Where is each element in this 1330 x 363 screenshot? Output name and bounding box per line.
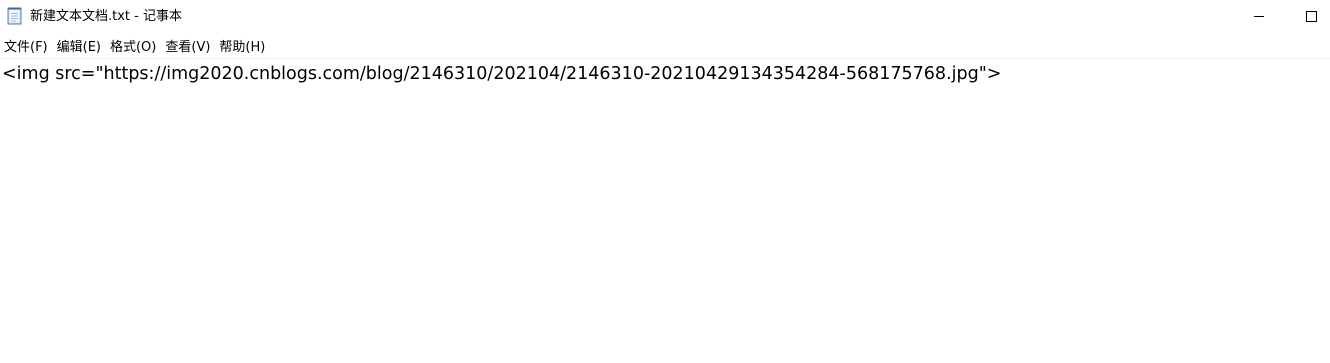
menu-bar: 文件(F) 编辑(E) 格式(O) 查看(V) 帮助(H)	[0, 37, 1330, 59]
menu-view[interactable]: 查看(V)	[162, 38, 213, 57]
text-editor[interactable]: <img src="https://img2020.cnblogs.com/bl…	[0, 59, 1330, 363]
title-bar[interactable]: 新建文本文档.txt - 记事本	[0, 0, 1330, 33]
maximize-button[interactable]	[1292, 0, 1330, 32]
notepad-icon	[7, 7, 23, 25]
minimize-icon	[1254, 15, 1264, 17]
menu-edit[interactable]: 编辑(E)	[54, 38, 104, 57]
maximize-icon	[1305, 10, 1317, 22]
menu-help[interactable]: 帮助(H)	[216, 38, 268, 57]
window-title: 新建文本文档.txt - 记事本	[30, 9, 182, 24]
minimize-button[interactable]	[1236, 0, 1282, 32]
notepad-window: 新建文本文档.txt - 记事本 文件(F) 编辑(E) 格式(O) 查看(V)…	[0, 0, 1330, 363]
menu-file[interactable]: 文件(F)	[1, 38, 51, 57]
menu-format[interactable]: 格式(O)	[107, 38, 159, 57]
